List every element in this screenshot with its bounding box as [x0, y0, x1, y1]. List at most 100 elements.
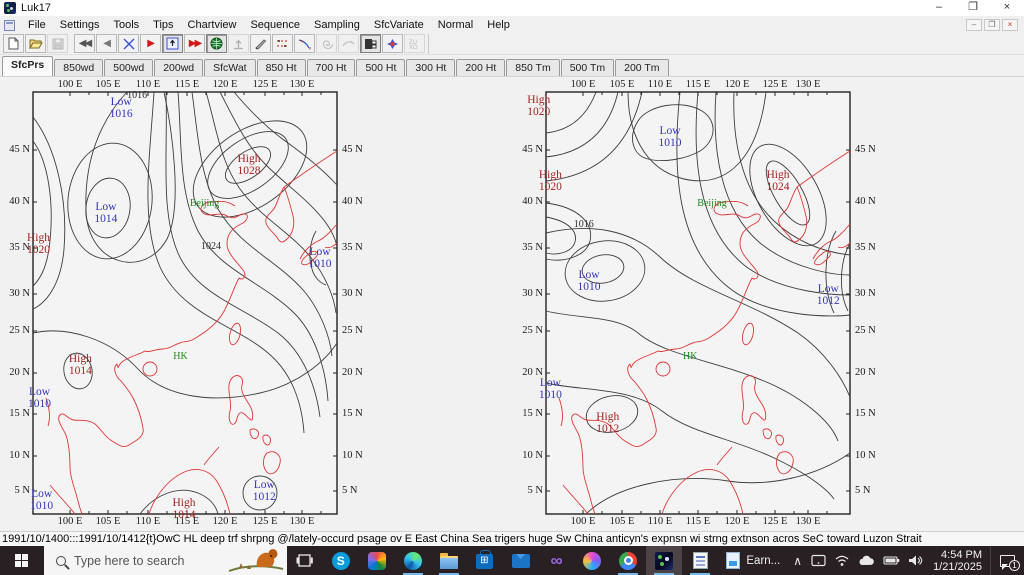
tab-300-ht[interactable]: 300 Ht	[406, 59, 456, 76]
sort-letters-icon[interactable]: ZU XO	[404, 34, 425, 53]
document-icon[interactable]	[4, 19, 15, 31]
tab-850-tm[interactable]: 850 Tm	[506, 59, 560, 76]
low-label: Low 1014	[94, 201, 118, 226]
tab-500-ht[interactable]: 500 Ht	[356, 59, 406, 76]
task-view-button[interactable]	[287, 546, 323, 575]
lon-tick-label: 120 E	[212, 516, 238, 527]
battery-icon[interactable]	[883, 555, 900, 566]
map-right[interactable]: 100 E 100 E 105 E 105 E 110 E 110 E 115 E 115 E…	[520, 79, 895, 527]
m365-icon[interactable]	[359, 546, 395, 575]
city-label: HK	[173, 351, 188, 363]
minimize-button[interactable]: –	[922, 0, 956, 16]
mdi-close-button[interactable]: ×	[1002, 19, 1018, 31]
menu-items: File Settings Tools Tips Chartview Sequence Sa…	[21, 18, 517, 32]
tab-200-ht[interactable]: 200 Ht	[456, 59, 506, 76]
menu-normal[interactable]: Normal	[431, 18, 480, 32]
mail-icon[interactable]	[503, 546, 539, 575]
high-label: High 1024	[766, 169, 790, 194]
menu-settings[interactable]: Settings	[53, 18, 107, 32]
volume-icon[interactable]	[908, 554, 923, 567]
delete-cross-icon[interactable]	[118, 34, 139, 53]
menu-sequence[interactable]: Sequence	[243, 18, 307, 32]
lat-tick-label: 45 N	[9, 144, 30, 155]
chart-canvas: 100 E 100 E 105 E 105 E 110 E 110 E 115 E 115 E…	[0, 76, 1024, 531]
copilot-icon[interactable]	[575, 546, 611, 575]
step-back-icon[interactable]: ◀	[96, 34, 117, 53]
map-left[interactable]: 100 E 100 E 105 E 105 E 110 E 110 E 115 E 115 E…	[9, 79, 375, 527]
lat-tick-label: 5 N	[855, 485, 871, 496]
earn-icon	[726, 552, 741, 569]
window-panes-icon[interactable]	[360, 34, 381, 53]
window-title: Luk17	[21, 2, 51, 14]
play-icon[interactable]: ▶	[140, 34, 161, 53]
lat-tick-label: 45 N	[342, 144, 363, 155]
open-folder-icon[interactable]	[25, 34, 46, 53]
visual-studio-icon[interactable]: ∞	[539, 546, 575, 575]
app-window: Luk17 – ❐ × File Settings Tools Tips Chartvi…	[0, 0, 1024, 575]
tab-850wd[interactable]: 850wd	[54, 59, 104, 76]
tab-200-tm[interactable]: 200 Tm	[615, 59, 669, 76]
tray-expand-chevron[interactable]: ∧	[788, 554, 807, 568]
link-icon[interactable]	[338, 34, 359, 53]
maximize-button[interactable]: ❐	[956, 0, 990, 16]
fast-forward-icon[interactable]: ▶▶	[184, 34, 205, 53]
raise-icon[interactable]	[228, 34, 249, 53]
tab-500wd[interactable]: 500wd	[104, 59, 154, 76]
tab-sfcprs[interactable]: SfcPrs	[2, 56, 54, 76]
mdi-restore-button[interactable]: ❐	[984, 19, 1000, 31]
lon-tick-label: 100 E	[570, 79, 596, 90]
onedrive-cloud-icon[interactable]	[858, 555, 875, 567]
taskbar-clock[interactable]: 4:54 PM 1/21/2025	[927, 549, 990, 573]
lat-tick-label: 35 N	[342, 242, 363, 253]
tab-200wd[interactable]: 200wd	[154, 59, 204, 76]
word-document-icon[interactable]	[682, 546, 718, 575]
menu-chartview[interactable]: Chartview	[181, 18, 244, 32]
edge-icon[interactable]	[395, 546, 431, 575]
menu-tools[interactable]: Tools	[106, 18, 146, 32]
chrome-icon[interactable]	[610, 546, 646, 575]
lat-tick-label: 10 N	[342, 450, 363, 461]
lon-tick-label: 130 E	[795, 516, 821, 527]
fit-frame-icon[interactable]	[162, 34, 183, 53]
spiral-icon[interactable]	[316, 34, 337, 53]
store-icon[interactable]	[467, 546, 503, 575]
city-label: Beijing	[189, 198, 220, 210]
lon-tick-label: 105 E	[95, 516, 121, 527]
tab-850-ht[interactable]: 850 Ht	[256, 59, 306, 76]
mdi-minimize-button[interactable]: –	[966, 19, 982, 31]
lon-tick-label: 105 E	[609, 516, 635, 527]
earn-taskbar-item[interactable]: Earn...	[718, 546, 788, 575]
lat-tick-label: 15 N	[342, 408, 363, 419]
search-box[interactable]: Type here to search	[43, 546, 287, 575]
tab-500-tm[interactable]: 500 Tm	[560, 59, 615, 76]
close-button[interactable]: ×	[990, 0, 1024, 16]
pen-icon[interactable]	[250, 34, 271, 53]
new-document-icon[interactable]	[3, 34, 24, 53]
lat-tick-label: 40 N	[342, 196, 363, 207]
palette-icon[interactable]	[382, 34, 403, 53]
menu-sfcvariate[interactable]: SfcVariate	[367, 18, 431, 32]
tab-sfcwat[interactable]: SfcWat	[204, 59, 256, 76]
skype-icon[interactable]: S	[323, 546, 359, 575]
menu-sampling[interactable]: Sampling	[307, 18, 367, 32]
file-explorer-icon[interactable]	[431, 546, 467, 575]
start-button[interactable]	[0, 546, 44, 575]
low-label: Low 1010	[538, 376, 562, 401]
rewind-icon[interactable]: ◀◀	[74, 34, 95, 53]
globe-icon[interactable]	[206, 34, 227, 53]
tablet-mode-icon[interactable]	[811, 554, 826, 567]
tab-700-ht[interactable]: 700 Ht	[306, 59, 356, 76]
menu-bar: File Settings Tools Tips Chartview Sequence Sa…	[0, 17, 1024, 33]
luk17-app-icon[interactable]	[646, 546, 683, 575]
menu-file[interactable]: File	[21, 18, 53, 32]
lat-tick-label: 35 N	[522, 242, 543, 253]
menu-help[interactable]: Help	[480, 18, 517, 32]
low-label: Low 1012	[816, 283, 840, 308]
flow-arrow-icon[interactable]	[294, 34, 315, 53]
save-icon[interactable]	[47, 34, 68, 53]
lon-tick-label: 120 E	[724, 79, 750, 90]
track-icon[interactable]	[272, 34, 293, 53]
wifi-icon[interactable]	[834, 554, 850, 567]
notification-center-button[interactable]: 1	[990, 546, 1024, 575]
menu-tips[interactable]: Tips	[146, 18, 180, 32]
